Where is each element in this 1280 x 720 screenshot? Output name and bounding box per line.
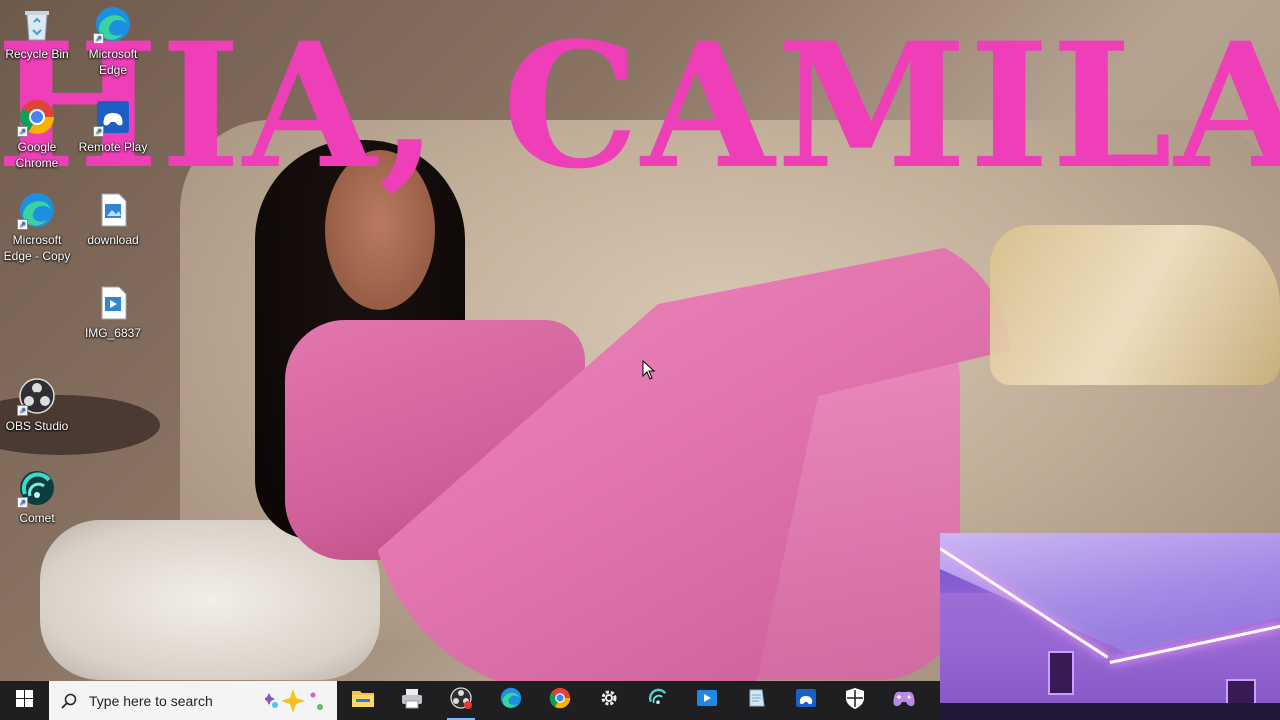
notepad-icon [745,686,769,715]
taskbar-settings[interactable] [585,681,633,720]
comet-icon: ↗ [17,468,57,508]
desktop-icon-img-6837[interactable]: IMG_6837 [76,283,150,341]
webcam-wall-frame [1048,651,1074,695]
recycle-bin-icon [17,4,57,44]
taskbar-file-explorer[interactable] [339,681,387,720]
desktop-icon-label: Microsoft Edge - Copy [3,233,71,263]
game-controller-icon [891,688,917,713]
desktop-icon-label: Google Chrome [15,140,59,170]
desktop-icon-label: Recycle Bin [5,47,69,61]
taskbar-edge[interactable] [487,681,535,720]
desktop-icon-remote-play[interactable]: ↗ Remote Play [76,97,150,155]
windows-logo-icon [15,689,33,712]
edge-icon: ↗ [17,190,57,230]
search-highlight-icon [263,687,329,715]
file-explorer-icon [351,687,375,714]
taskbar-printer[interactable] [388,681,436,720]
taskbar-obs[interactable] [437,681,485,720]
chrome-icon: ↗ [17,97,57,137]
desktop-icon-comet[interactable]: ↗ Comet [0,468,74,526]
webcam-overlay [940,533,1280,720]
printer-icon [400,687,424,714]
remote-play-icon: ↗ [93,97,133,137]
comet-icon [646,686,670,715]
media-player-icon [695,686,719,715]
desktop-icon-download[interactable]: download [76,190,150,248]
desktop-icon-recycle-bin[interactable]: Recycle Bin [0,4,74,62]
security-icon [844,686,866,715]
chrome-icon [548,686,572,715]
desktop-icon-chrome[interactable]: ↗ Google Chrome [0,97,74,171]
desktop-icon-label: Remote Play [78,140,148,154]
taskbar-media-player[interactable] [683,681,731,720]
desktop-icon-edge-copy[interactable]: ↗ Microsoft Edge - Copy [0,190,74,264]
obs-icon [449,686,473,715]
desktop-icon-label: IMG_6837 [84,326,142,340]
wallpaper-heel [990,225,1280,385]
taskbar-security[interactable] [831,681,879,720]
taskbar-remote-play[interactable] [782,681,830,720]
desktop-icon-label: Microsoft Edge [88,47,138,77]
taskbar-search-box[interactable] [49,681,337,720]
desktop-icon-obs[interactable]: ↗ OBS Studio [0,376,74,434]
taskbar [0,681,940,720]
search-icon [61,693,77,709]
start-button[interactable] [0,681,48,720]
search-input[interactable] [87,691,261,710]
wallpaper-banner-text: HIA, CAMILA [0,4,1280,207]
settings-icon [598,687,620,714]
desktop-icon-label: Comet [19,511,55,525]
desktop-icon-label: OBS Studio [5,419,69,433]
taskbar-comet[interactable] [634,681,682,720]
taskbar-game-controller[interactable] [880,681,928,720]
taskbar-chrome[interactable] [536,681,584,720]
image-file-icon [93,190,133,230]
image-file-icon [93,283,133,323]
desktop-icon-label: download [87,233,139,247]
desktop-icon-edge[interactable]: ↗ Microsoft Edge [76,4,150,78]
obs-icon: ↗ [17,376,57,416]
remote-play-icon [794,686,818,715]
taskbar-notepad[interactable] [733,681,781,720]
edge-icon: ↗ [93,4,133,44]
edge-icon [499,686,523,715]
webcam-floor [940,703,1280,720]
